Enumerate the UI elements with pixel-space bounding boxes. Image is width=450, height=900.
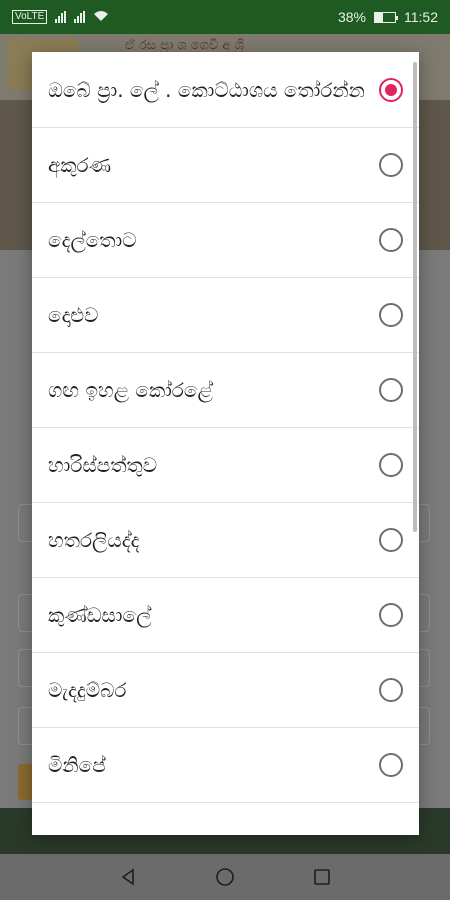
radio-button[interactable] bbox=[379, 753, 403, 777]
option-label: දොළුව bbox=[48, 303, 99, 327]
option-item[interactable]: දෙල්තොට bbox=[32, 203, 419, 278]
status-bar: VoLTE 38% 11:52 bbox=[0, 0, 450, 34]
battery-percent: 38% bbox=[337, 9, 366, 25]
options-list: ඔබේ ප්‍රා. ලේ . කොට්ඨාශය තෝරන්න අකුරණ දෙ… bbox=[32, 52, 419, 803]
clock: 11:52 bbox=[404, 9, 438, 25]
option-label: මැදදුම්බර bbox=[48, 678, 127, 702]
option-label: ඔබේ ප්‍රා. ලේ . කොට්ඨාශය තෝරන්න bbox=[48, 77, 365, 102]
option-item[interactable]: හතරලියද්ද bbox=[32, 503, 419, 578]
nav-bar bbox=[0, 854, 450, 900]
option-label: කුණ්ඩසාලේ bbox=[48, 603, 152, 627]
radio-button[interactable] bbox=[379, 153, 403, 177]
radio-button[interactable] bbox=[379, 378, 403, 402]
option-label: හාරිස්පත්තුව bbox=[48, 453, 158, 477]
option-label: දෙල්තොට bbox=[48, 228, 137, 252]
option-label: ගඟ ඉහළ කෝරළේ bbox=[48, 378, 213, 402]
recents-icon bbox=[313, 869, 330, 885]
option-item[interactable]: ගඟ ඉහළ කෝරළේ bbox=[32, 353, 419, 428]
back-button[interactable] bbox=[108, 857, 148, 897]
option-item[interactable]: මිනිපේ bbox=[32, 728, 419, 803]
signal-icon bbox=[55, 11, 67, 23]
signal-icon-2 bbox=[74, 11, 86, 23]
option-item[interactable]: අකුරණ bbox=[32, 128, 419, 203]
option-label: හතරලියද්ද bbox=[48, 528, 140, 552]
radio-button[interactable] bbox=[379, 528, 403, 552]
recents-button[interactable] bbox=[302, 857, 342, 897]
dialog-scrollbar[interactable] bbox=[413, 62, 417, 532]
radio-button[interactable] bbox=[379, 303, 403, 327]
home-icon bbox=[216, 868, 234, 886]
option-label: අකුරණ bbox=[48, 153, 112, 177]
option-item[interactable]: හාරිස්පත්තුව bbox=[32, 428, 419, 503]
radio-button[interactable] bbox=[379, 453, 403, 477]
radio-button[interactable] bbox=[379, 77, 403, 102]
status-left: VoLTE bbox=[12, 9, 109, 25]
radio-button[interactable] bbox=[379, 603, 403, 627]
division-select-dialog: ඔබේ ප්‍රා. ලේ . කොට්ඨාශය තෝරන්න අකුරණ දෙ… bbox=[32, 52, 419, 835]
volte-indicator: VoLTE bbox=[12, 10, 48, 24]
option-label: මිනිපේ bbox=[48, 753, 106, 777]
back-icon bbox=[121, 868, 135, 886]
battery-icon bbox=[374, 11, 398, 23]
radio-button[interactable] bbox=[379, 228, 403, 252]
banner-text: ඒ රස ප්‍රා ශ ගෙවි අ ශ්‍රි bbox=[125, 38, 244, 53]
home-button[interactable] bbox=[205, 857, 245, 897]
option-item[interactable]: ඔබේ ප්‍රා. ලේ . කොට්ඨාශය තෝරන්න bbox=[32, 52, 419, 128]
radio-button[interactable] bbox=[379, 678, 403, 702]
option-item[interactable]: දොළුව bbox=[32, 278, 419, 353]
option-item[interactable]: කුණ්ඩසාලේ bbox=[32, 578, 419, 653]
wifi-icon bbox=[93, 9, 109, 25]
status-right: 38% 11:52 bbox=[338, 9, 438, 25]
option-item[interactable]: මැදදුම්බර bbox=[32, 653, 419, 728]
